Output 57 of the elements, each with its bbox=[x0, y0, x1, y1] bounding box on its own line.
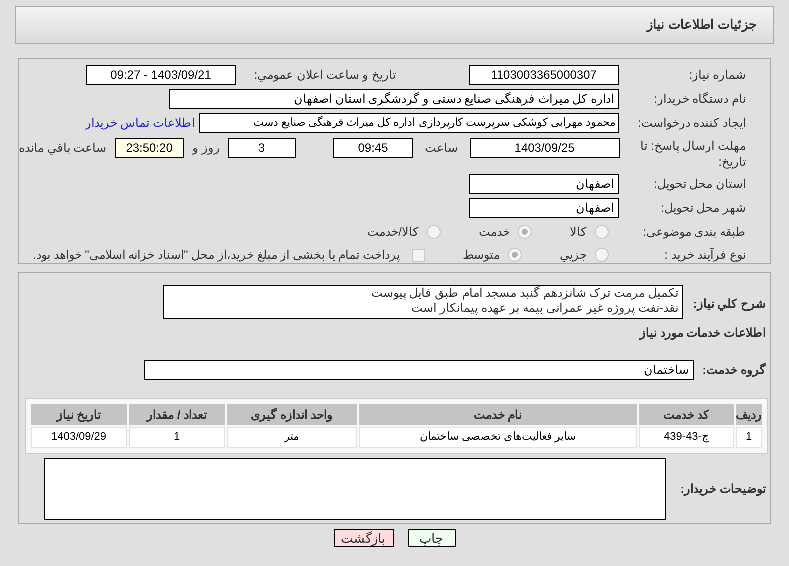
text-field[interactable]: اصفهان bbox=[469, 198, 619, 218]
radio-label: کالا bbox=[570, 224, 587, 241]
text-field[interactable]: ساختمان bbox=[144, 360, 694, 380]
column-header: کد خدمت bbox=[639, 404, 734, 425]
radio-button[interactable] bbox=[595, 225, 609, 239]
field-label: روز و bbox=[192, 140, 220, 157]
table-cell: سایر فعالیت‌های تخصصی ساختمان bbox=[359, 427, 637, 448]
field-label: شماره نیاز: bbox=[688, 67, 746, 84]
field-label: مهلت ارسال پاسخ: تا تاریخ: bbox=[640, 138, 746, 170]
text-field[interactable]: 1403/09/21 - 09:27 bbox=[86, 65, 236, 85]
column-header: ردیف bbox=[736, 404, 762, 425]
table-cell: متر bbox=[227, 427, 357, 448]
text-field[interactable]: اصفهان bbox=[469, 174, 619, 194]
page-title: جزئیات اطلاعات نیاز bbox=[646, 16, 757, 34]
buyer-contact-link[interactable]: اطلاعات تماس خریدار bbox=[85, 114, 195, 132]
field-label: شهر محل تحویل: bbox=[660, 200, 746, 217]
table-cell: 1 bbox=[736, 427, 762, 448]
radio-label: کالا/خدمت bbox=[368, 224, 419, 241]
table-cell: 1403/09/29 bbox=[31, 427, 127, 448]
buyer-notes-textarea[interactable] bbox=[44, 458, 666, 520]
radio-button[interactable] bbox=[595, 248, 609, 262]
text-field[interactable]: 09:45 bbox=[333, 138, 414, 158]
text-field[interactable]: 1103003365000307 bbox=[469, 65, 619, 85]
field-label: استان محل تحویل: bbox=[652, 176, 746, 193]
radio-button[interactable] bbox=[427, 225, 441, 239]
text-field[interactable]: محمود مهرابی کوشکی سرپرست کارپردازی اداره کل میراث فرهنگی صنایع دست bbox=[199, 113, 619, 133]
column-header: واحد اندازه گیری bbox=[227, 404, 357, 425]
field-label: پرداخت تمام یا بخشی از مبلغ خرید،از محل "اسناد خزانه اسلامی" خواهد بود. bbox=[33, 247, 400, 264]
field-label: طبقه بندی موضوعی: bbox=[642, 224, 746, 241]
text-field[interactable]: اداره کل میراث فرهنگی صنایع دستی و گردشگری استان اصفهان bbox=[169, 89, 619, 109]
text-field[interactable]: 1403/09/25 bbox=[470, 138, 620, 158]
field-label: نوع فرآیند خرید : bbox=[664, 247, 746, 264]
column-header: نام خدمت bbox=[359, 404, 637, 425]
radio-button[interactable] bbox=[518, 225, 532, 239]
field-label: ساعت bbox=[425, 140, 458, 157]
description-textarea[interactable]: تکمیل مرمت ترک شانزدهم گنبد مسجد امام طبق فایل پیوست نقد-نفت پروژه غیر عمرانی بیمه بر عهده پیمانکار است bbox=[163, 285, 684, 319]
remaining-time-field[interactable]: 23:50:20 bbox=[114, 138, 184, 158]
text-field[interactable]: 3 bbox=[228, 138, 296, 158]
table-cell: 1 bbox=[129, 427, 225, 448]
field-label: نام دستگاه خریدار: bbox=[652, 91, 746, 108]
field-label: ساعت باقي مانده bbox=[19, 140, 107, 157]
table-cell: ج-43-439 bbox=[639, 427, 734, 448]
field-label: ایجاد کننده درخواست: bbox=[636, 115, 746, 132]
field-label: شرح کلي نیاز: bbox=[693, 296, 766, 313]
radio-label: خدمت bbox=[479, 224, 510, 241]
field-label: توضیحات خریدار: bbox=[680, 481, 766, 498]
radio-label: متوسط bbox=[463, 247, 500, 264]
field-label: تاریخ و ساعت اعلان عمومي: bbox=[253, 67, 396, 84]
print-button[interactable]: چاپ bbox=[408, 529, 456, 547]
radio-label: جزیي bbox=[560, 247, 587, 264]
field-label: گروه خدمت: bbox=[702, 362, 766, 379]
radio-button[interactable] bbox=[508, 248, 522, 262]
column-header: تعداد / مقدار bbox=[129, 404, 225, 425]
back-button[interactable]: بازگشت bbox=[334, 529, 394, 547]
checkbox[interactable] bbox=[412, 248, 425, 262]
column-header: تاریخ نیاز bbox=[31, 404, 127, 425]
section-title: اطلاعات خدمات مورد نیاز bbox=[638, 325, 766, 342]
